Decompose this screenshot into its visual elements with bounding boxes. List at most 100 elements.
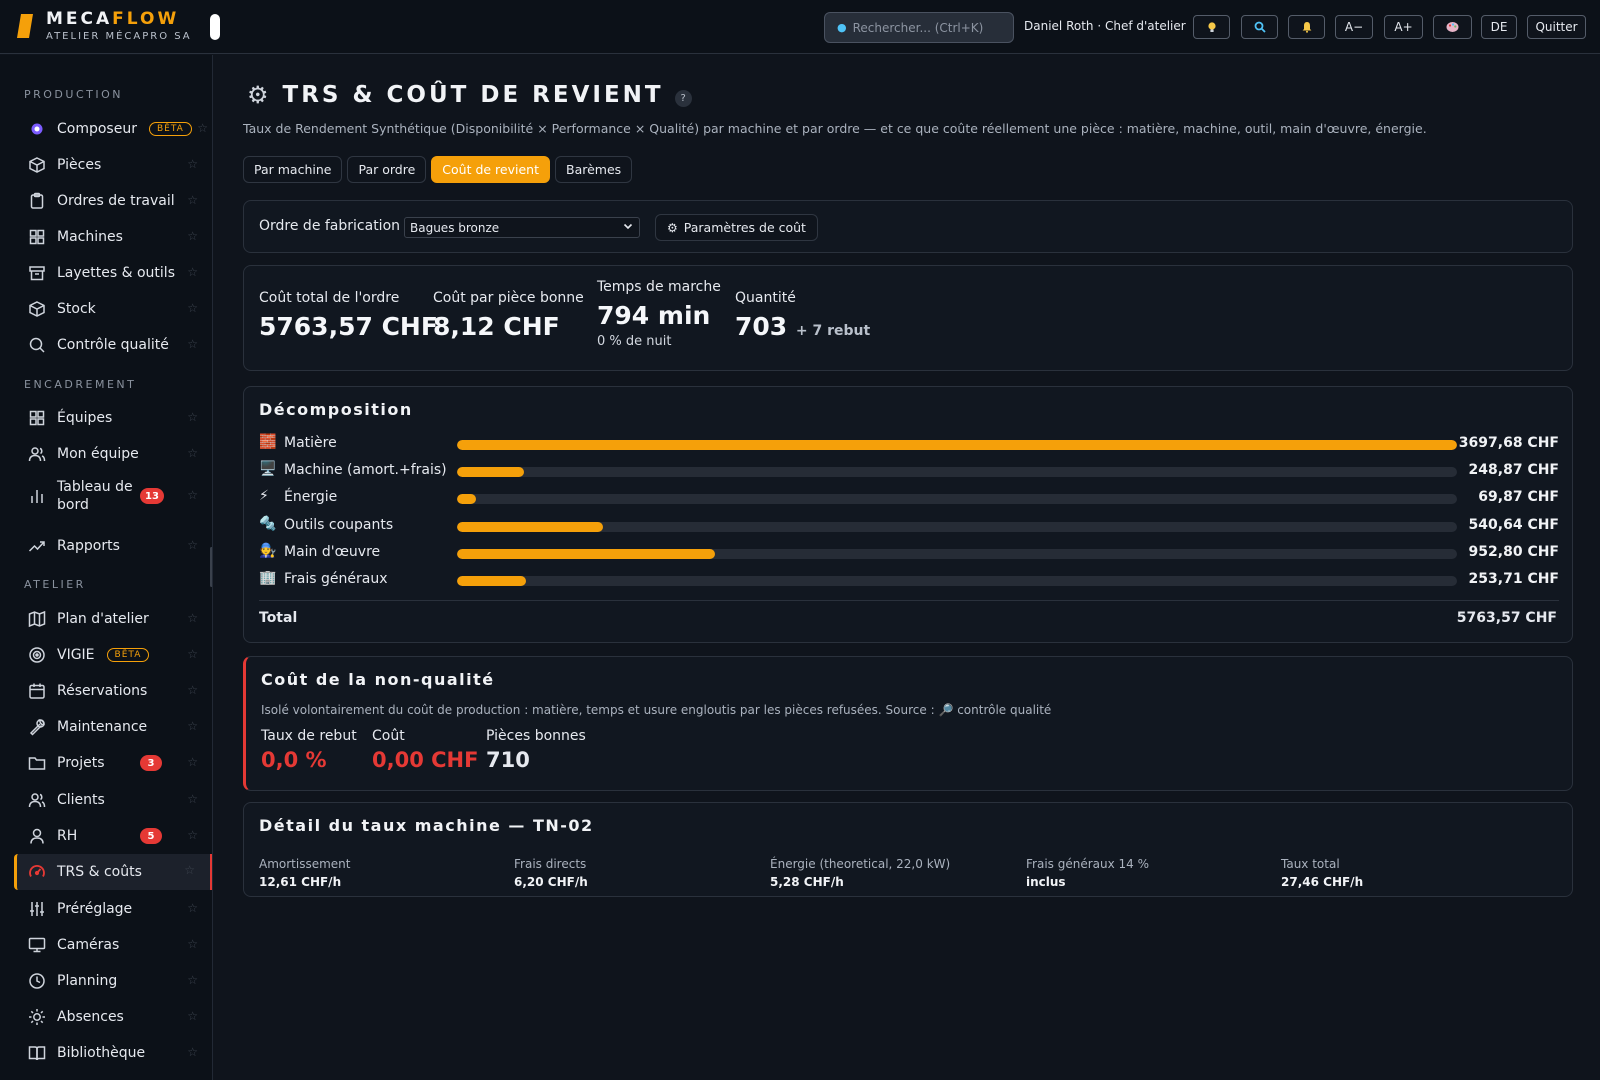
favorite-star-icon[interactable]: ☆ [187, 611, 198, 625]
sidebar-item-ordres[interactable]: Ordres de travail ☆ [14, 184, 212, 218]
sidebar-item-clients[interactable]: Clients ☆ [14, 783, 212, 817]
brand: MECAFLOW ATELIER MÉCAPRO SA [46, 9, 192, 42]
cost-breakdown-card: Décomposition 🧱 Matière 3697,68 CHF 🖥️ M… [243, 386, 1573, 643]
sidebar-item-trs-couts[interactable]: TRS & coûts ☆ [14, 854, 212, 890]
favorite-star-icon[interactable]: ☆ [187, 229, 198, 243]
breakdown-bar [457, 549, 715, 559]
favorite-star-icon[interactable]: ☆ [187, 337, 198, 351]
favorite-star-icon[interactable]: ☆ [187, 901, 198, 915]
search-icon [1254, 21, 1266, 33]
search-icon: ● [837, 21, 847, 34]
search-button[interactable] [1241, 15, 1278, 39]
sidebar-item-rapports[interactable]: Rapports ☆ [14, 529, 212, 563]
bell-icon [1302, 22, 1311, 33]
language-button[interactable]: DE [1481, 15, 1517, 39]
favorite-star-icon[interactable]: ☆ [187, 937, 198, 951]
favorite-star-icon[interactable]: ☆ [187, 538, 198, 552]
non-quality-card: Coût de la non-qualité Isolé volontairem… [243, 656, 1573, 791]
favorite-star-icon[interactable]: ☆ [187, 1045, 198, 1059]
sidebar-item-rh[interactable]: RH 5 ☆ [14, 819, 212, 853]
palette-icon [1446, 22, 1459, 32]
page-header: ⚙ TRS & COÛT DE REVIENT ? [247, 81, 692, 109]
sidebar-item-projets[interactable]: Projets 3 ☆ [14, 746, 212, 780]
sidebar-scrollbar[interactable] [210, 547, 212, 587]
breakdown-row-outils: 🔩 Outils coupants 540,64 CHF [259, 516, 1559, 533]
sidebar-item-machines[interactable]: Machines ☆ [14, 220, 212, 254]
favorite-star-icon[interactable]: ☆ [187, 265, 198, 279]
favorite-star-icon[interactable]: ☆ [187, 683, 198, 697]
kpi-total-cost: Coût total de l'ordre 5763,57 CHF [259, 290, 438, 341]
favorite-star-icon[interactable]: ☆ [187, 1009, 198, 1023]
font-larger-button[interactable]: A+ [1384, 15, 1423, 39]
sidebar-toggle[interactable] [210, 14, 220, 40]
good-pieces: Pièces bonnes 710 [486, 728, 586, 772]
clock-icon [28, 972, 46, 990]
favorite-star-icon[interactable]: ☆ [187, 193, 198, 207]
sidebar: PRODUCTION ENCADREMENT ATELIER Composeur… [0, 55, 213, 1080]
kpi-card: Coût total de l'ordre 5763,57 CHF Coût p… [243, 265, 1573, 371]
font-smaller-button[interactable]: A− [1335, 15, 1373, 39]
favorite-star-icon[interactable]: ☆ [184, 863, 195, 877]
sidebar-item-composeur[interactable]: Composeur BÊTA ☆ [14, 112, 212, 146]
sidebar-item-vigie[interactable]: VIGIE BÊTA ☆ [14, 638, 212, 672]
favorite-star-icon[interactable]: ☆ [187, 719, 198, 733]
sidebar-item-plan-atelier[interactable]: Plan d'atelier ☆ [14, 602, 212, 636]
tips-button[interactable] [1193, 15, 1230, 39]
sidebar-item-tableau-de-bord[interactable]: Tableau de bord 13 ☆ [14, 473, 212, 519]
sidebar-item-mon-equipe[interactable]: Mon équipe ☆ [14, 437, 212, 471]
non-quality-description: Isolé volontairement du coût de producti… [261, 703, 1052, 717]
favorite-star-icon[interactable]: ☆ [187, 828, 198, 842]
kpi-quantity: Quantité 703 + 7 rebut [735, 290, 871, 341]
tab-baremes[interactable]: Barèmes [555, 156, 633, 183]
sidebar-item-planning[interactable]: Planning ☆ [14, 964, 212, 998]
rate-energie: Énergie (theoretical, 22,0 kW) 5,28 CHF/… [770, 857, 951, 889]
sidebar-item-absences[interactable]: Absences ☆ [14, 1000, 212, 1034]
favorite-star-icon[interactable]: ☆ [187, 301, 198, 315]
breakdown-title: Décomposition [259, 400, 413, 419]
favorite-star-icon[interactable]: ☆ [187, 157, 198, 171]
favorite-star-icon[interactable]: ☆ [187, 446, 198, 460]
sidebar-item-equipes[interactable]: Équipes ☆ [14, 401, 212, 435]
sidebar-item-bibliotheque[interactable]: Bibliothèque ☆ [14, 1036, 212, 1070]
sidebar-item-cameras[interactable]: Caméras ☆ [14, 928, 212, 962]
sidebar-item-stock[interactable]: Stock ☆ [14, 292, 212, 326]
box-icon [28, 156, 46, 174]
favorite-star-icon[interactable]: ☆ [187, 973, 198, 987]
book-icon [28, 1044, 46, 1062]
cost-settings-button[interactable]: ⚙ Paramètres de coût [655, 214, 818, 241]
tab-cout-de-revient[interactable]: Coût de revient [431, 156, 550, 183]
rate-total: Taux total 27,46 CHF/h [1281, 857, 1364, 889]
tab-par-ordre[interactable]: Par ordre [347, 156, 427, 183]
sidebar-item-layettes[interactable]: Layettes & outils ☆ [14, 256, 212, 290]
lightning-icon: ⚡ [259, 488, 269, 504]
breakdown-row-frais-generaux: 🏢 Frais généraux 253,71 CHF [259, 570, 1559, 587]
sidebar-item-pieces[interactable]: Pièces ☆ [14, 148, 212, 182]
sidebar-item-prereglage[interactable]: Préréglage ☆ [14, 892, 212, 926]
sliders-icon [28, 900, 46, 918]
building-icon: 🏢 [259, 570, 277, 586]
quit-button[interactable]: Quitter [1527, 15, 1586, 39]
top-bar: MECAFLOW ATELIER MÉCAPRO SA ● Rechercher… [0, 0, 1600, 54]
breakdown-row-machine: 🖥️ Machine (amort.+frais) 248,87 CHF [259, 461, 1559, 478]
favorite-star-icon[interactable]: ☆ [187, 410, 198, 424]
section-label-encadrement: ENCADREMENT [24, 378, 137, 391]
sidebar-item-controle-qualite[interactable]: Contrôle qualité ☆ [14, 328, 212, 362]
breakdown-bar-track [457, 440, 1457, 450]
sidebar-item-reservations[interactable]: Réservations ☆ [14, 674, 212, 708]
sidebar-item-maintenance[interactable]: Maintenance ☆ [14, 710, 212, 744]
tab-par-machine[interactable]: Par machine [243, 156, 343, 183]
order-select[interactable]: Bagues bronze [404, 217, 640, 238]
favorite-star-icon[interactable]: ☆ [197, 121, 208, 135]
notifications-button[interactable] [1288, 15, 1325, 39]
favorite-star-icon[interactable]: ☆ [187, 792, 198, 806]
favorite-star-icon[interactable]: ☆ [187, 647, 198, 661]
favorite-star-icon[interactable]: ☆ [187, 488, 198, 502]
breakdown-bar-track [457, 494, 1457, 504]
breakdown-bar-track [457, 549, 1457, 559]
help-icon[interactable]: ? [674, 89, 692, 107]
search-input[interactable]: ● Rechercher... (Ctrl+K) [824, 12, 1014, 43]
bar-chart-icon [28, 487, 46, 505]
favorite-star-icon[interactable]: ☆ [187, 755, 198, 769]
radar-icon [28, 646, 46, 664]
theme-button[interactable] [1433, 15, 1472, 39]
